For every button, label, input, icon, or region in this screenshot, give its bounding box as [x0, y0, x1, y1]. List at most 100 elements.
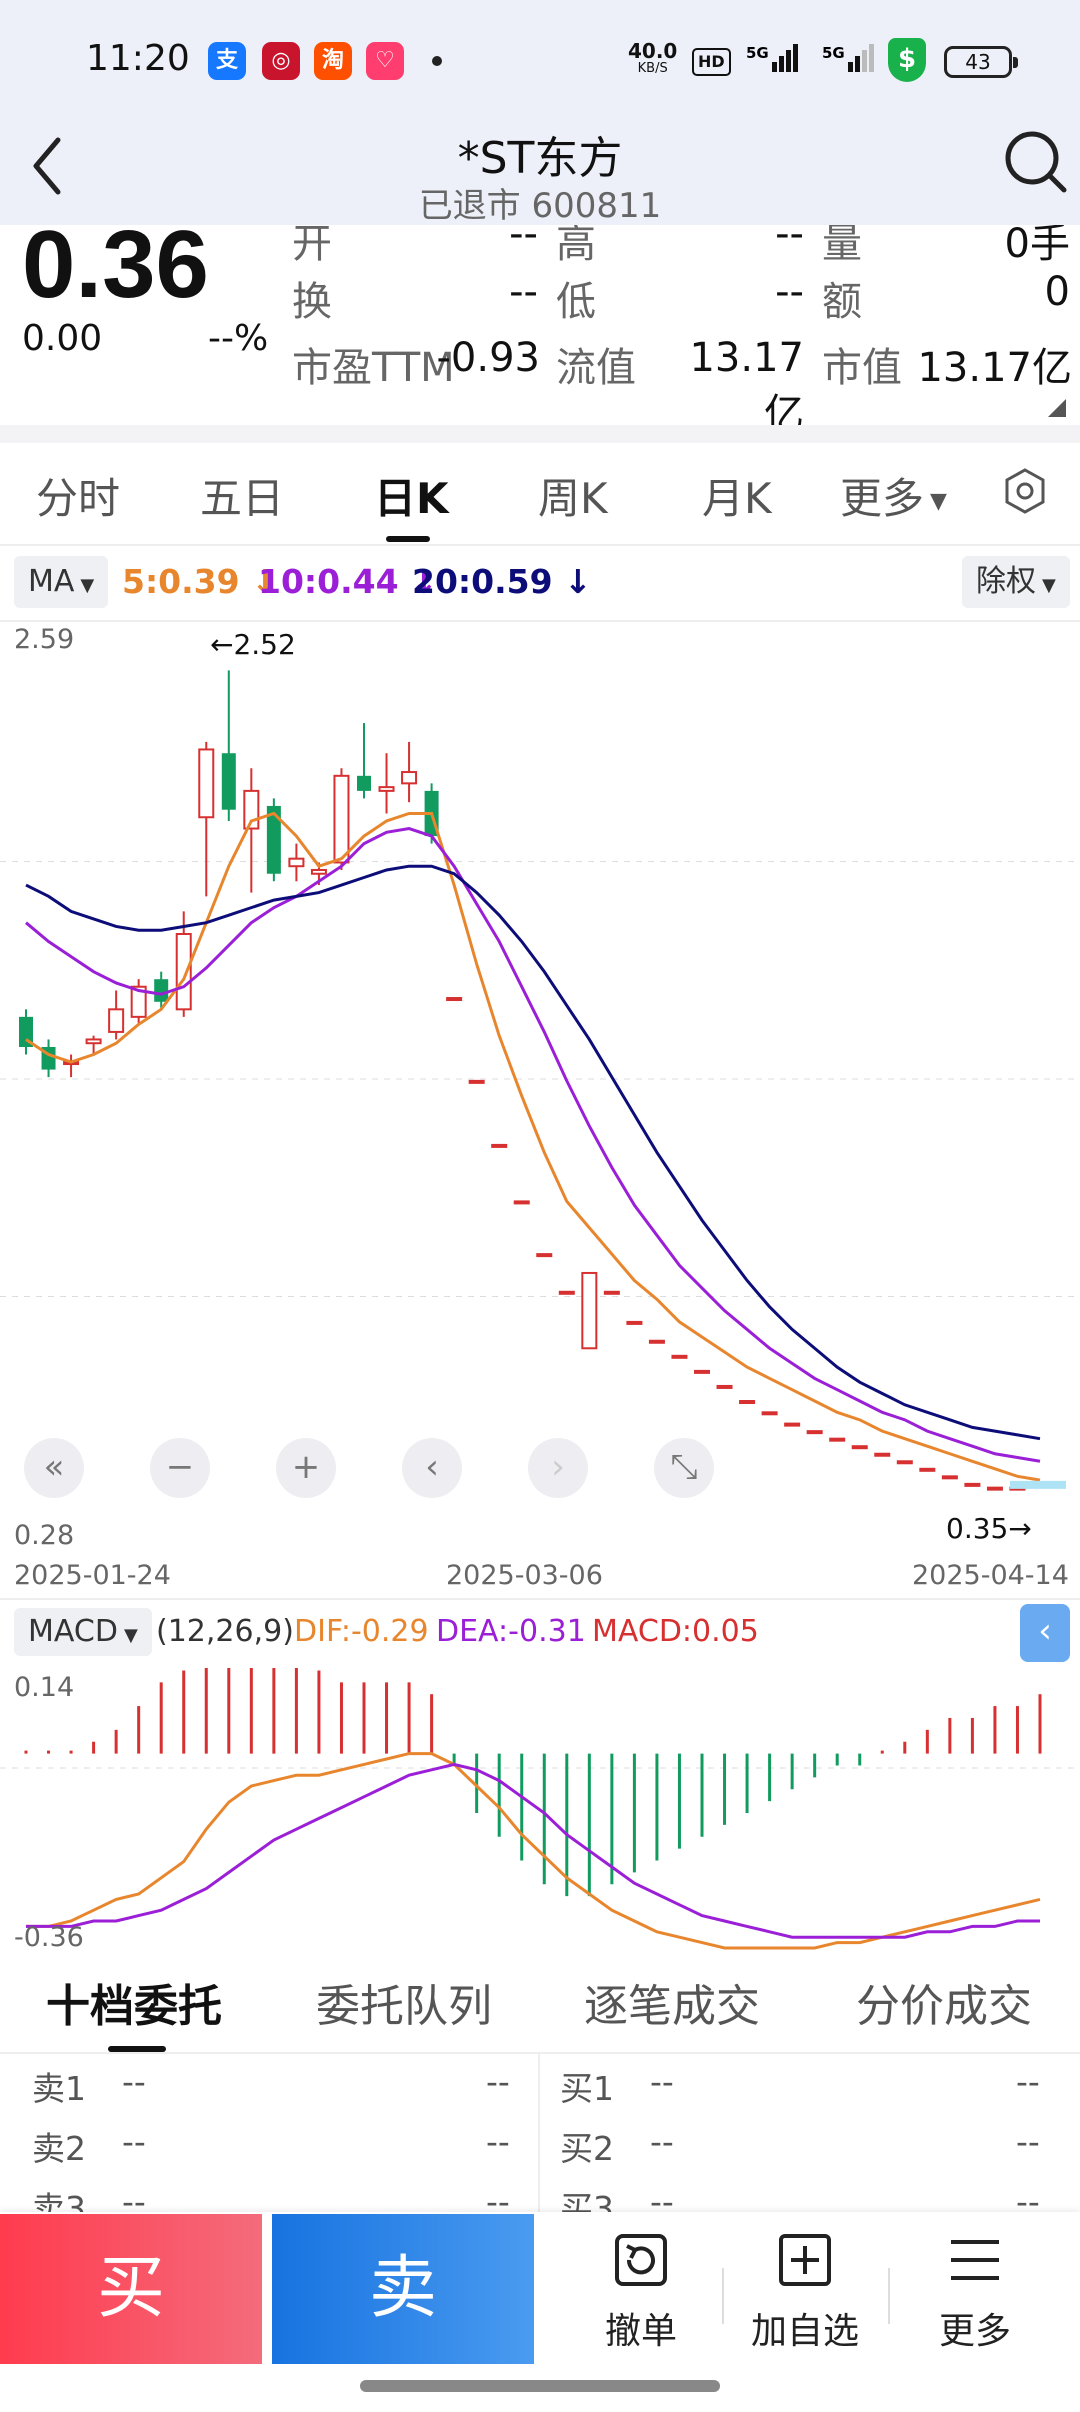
quote-value-high: -- — [775, 225, 804, 257]
macd-y-bottom: -0.36 — [14, 1922, 84, 1953]
last-price-marker — [1010, 1480, 1066, 1489]
quote-value-open: -- — [509, 225, 538, 257]
add-watchlist-label: 加自选 — [750, 2311, 859, 2352]
tab-price-volume[interactable]: 分价成交 — [856, 1970, 1032, 2034]
bank-icon: ◎ — [262, 42, 300, 80]
expand-corner-icon[interactable] — [1048, 399, 1066, 417]
ma-line-ma10 — [25, 827, 1041, 1463]
candle-body — [446, 997, 463, 1002]
date-mid: 2025-03-06 — [446, 1560, 603, 1591]
macd-y-top: 0.14 — [14, 1672, 75, 1703]
home-indicator[interactable] — [360, 2380, 720, 2392]
fullscreen-button[interactable]: ⤡ — [654, 1438, 714, 1498]
quote-value-pe: -0.93 — [436, 335, 541, 381]
more-button[interactable]: 更多 — [900, 2230, 1050, 2354]
sell1-label: 卖1 — [32, 2069, 86, 2108]
tab-daily-k[interactable]: 日K — [374, 465, 449, 526]
candle-body — [288, 857, 305, 868]
orderbook-vdivider — [538, 2052, 540, 2212]
notification-dot-icon — [432, 56, 442, 66]
bottom-separator-2 — [888, 2268, 890, 2324]
macd-indicator-select[interactable]: MACD ▼ — [14, 1608, 152, 1656]
candle-body — [85, 1038, 102, 1045]
ma5-value: 5:0.39 ↓ — [122, 562, 279, 601]
signal-5g-icon: 5G — [746, 42, 802, 83]
candle-body — [829, 1437, 846, 1442]
candle-body — [175, 933, 192, 1011]
adjust-label: 除权 — [976, 564, 1036, 599]
battery-icon: 43 — [944, 46, 1018, 78]
quote-label-high: 高 — [556, 225, 596, 267]
more-label: 更多 — [938, 2311, 1011, 2352]
hd-badge: HD — [692, 48, 731, 76]
candle-body — [378, 786, 395, 792]
candle-body — [964, 1482, 981, 1487]
buy-button[interactable]: 买 — [0, 2214, 262, 2364]
tab-five-day[interactable]: 五日 — [200, 465, 284, 526]
ma-indicator-select[interactable]: MA ▼ — [14, 556, 109, 608]
tab-weekly-k[interactable]: 周K — [538, 465, 608, 526]
adjust-select[interactable]: 除权 ▼ — [962, 556, 1070, 608]
kline-high-marker: ←2.52 — [210, 628, 296, 661]
candle-body — [468, 1079, 485, 1084]
scroll-left-button[interactable]: ‹ — [402, 1438, 462, 1498]
collapse-panel-button[interactable]: ‹ — [1020, 1604, 1070, 1662]
zoom-out-button[interactable]: − — [150, 1438, 210, 1498]
add-watchlist-button[interactable]: 加自选 — [730, 2230, 880, 2354]
candle-body — [221, 753, 236, 810]
kline-y-top: 2.59 — [14, 624, 75, 655]
tab-order-queue[interactable]: 委托队列 — [316, 1970, 492, 2034]
candle-body — [491, 1143, 508, 1148]
scroll-right-button[interactable]: › — [528, 1438, 588, 1498]
alipay-icon: 支 — [208, 42, 246, 80]
buy2-price: -- — [650, 2122, 674, 2161]
candle-body — [513, 1200, 530, 1205]
scroll-to-start-button[interactable]: « — [24, 1438, 84, 1498]
tab-more[interactable]: 更多 ▼ — [840, 465, 947, 526]
gift-icon: ♡ — [366, 42, 404, 80]
ma-line-ma5 — [25, 811, 1041, 1482]
quote-value-volume: 0手 — [1004, 225, 1070, 267]
search-icon[interactable] — [1000, 126, 1070, 196]
candle-body — [874, 1452, 891, 1457]
signal-5g-2-icon: 5G — [822, 42, 878, 83]
kline-chart[interactable] — [0, 624, 1080, 1554]
chart-top-divider — [0, 620, 1080, 622]
sell2-price: -- — [122, 2122, 146, 2161]
tab-tick-trades[interactable]: 逐笔成交 — [584, 1970, 760, 2034]
svg-text:5G: 5G — [822, 44, 845, 62]
ma20-value: 20:0.59 ↓ — [412, 562, 592, 601]
candle-body — [941, 1475, 958, 1480]
tab-ten-level[interactable]: 十档委托 — [46, 1970, 222, 2034]
ma10-value: 10:0.44 ↓ — [258, 562, 438, 601]
back-icon[interactable] — [18, 128, 78, 198]
quote-value-float-cap: 13.17亿 — [689, 335, 804, 425]
net-speed: 40.0 KB/S — [628, 41, 677, 78]
chart-settings-icon[interactable] — [1000, 466, 1050, 520]
macd-chart[interactable] — [0, 1668, 1080, 1958]
sell1-price: -- — [122, 2062, 146, 2101]
cancel-order-button[interactable]: 撤单 — [566, 2230, 716, 2354]
candle-body — [716, 1384, 733, 1389]
candle-body — [784, 1422, 801, 1427]
macd-select-caret-icon: ▼ — [123, 1625, 138, 1646]
quote-value-amount: 0 — [1044, 269, 1070, 315]
kline-low-marker: 0.35→ — [946, 1512, 1032, 1545]
buy1-volume: -- — [1016, 2062, 1040, 2101]
svg-text:5G: 5G — [746, 44, 769, 62]
zoom-in-button[interactable]: + — [276, 1438, 336, 1498]
stock-subtitle: 已退市 600811 — [418, 186, 662, 226]
macd-params: (12,26,9) — [156, 1614, 294, 1649]
tab-intraday[interactable]: 分时 — [36, 465, 120, 526]
taobao-icon: 淘 — [314, 42, 352, 80]
quote-label-open: 开 — [292, 225, 332, 267]
cancel-order-label: 撤单 — [604, 2311, 677, 2352]
tab-more-caret-icon: ▼ — [930, 489, 947, 514]
candle-body — [919, 1467, 936, 1472]
candle-body — [558, 1290, 575, 1295]
sell-button[interactable]: 卖 — [272, 2214, 534, 2364]
macd-select-label: MACD — [28, 1614, 118, 1649]
add-watchlist-icon — [779, 2234, 831, 2286]
tab-monthly-k[interactable]: 月K — [702, 465, 772, 526]
candle-body — [806, 1430, 823, 1435]
